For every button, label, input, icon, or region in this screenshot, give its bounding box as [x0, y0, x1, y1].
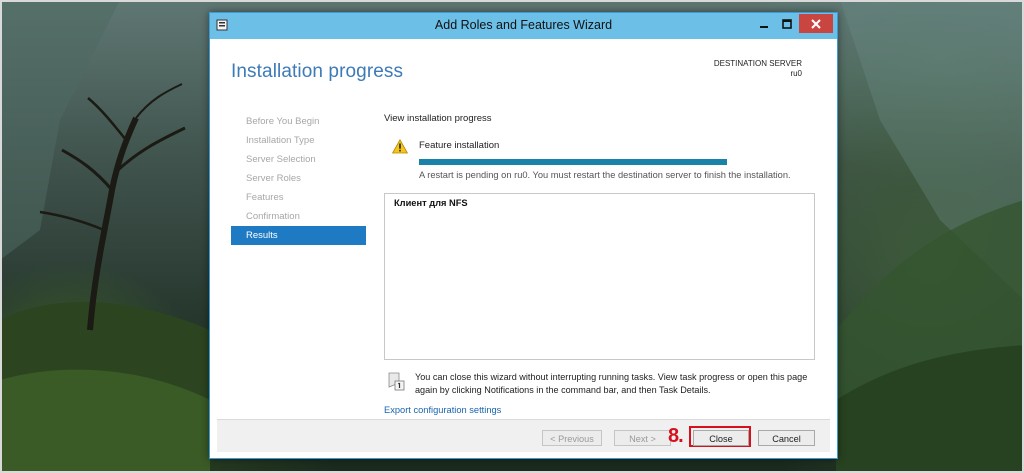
next-button[interactable]: Next >	[614, 430, 671, 446]
cancel-button[interactable]: Cancel	[758, 430, 815, 446]
wizard-footer: < Previous Next > 8. Close Cancel	[217, 419, 830, 452]
maximize-icon	[782, 18, 792, 29]
nav-item-results[interactable]: Results	[231, 226, 366, 245]
installation-progress-bar	[419, 159, 727, 165]
progress-fill	[419, 159, 727, 165]
main-content: View installation progress Feature insta…	[384, 113, 816, 415]
previous-button[interactable]: < Previous	[542, 430, 602, 446]
window-title: Add Roles and Features Wizard	[434, 18, 613, 32]
list-item: Клиент для NFS	[394, 198, 468, 208]
destination-server-name: ru0	[790, 69, 802, 78]
export-configuration-link[interactable]: Export configuration settings	[384, 405, 501, 415]
destination-server-label: DESTINATION SERVER ru0	[714, 59, 802, 79]
nav-item-features[interactable]: Features	[231, 188, 366, 207]
minimize-icon	[760, 25, 768, 28]
restart-pending-message: A restart is pending on ru0. You must re…	[419, 170, 791, 180]
title-bar[interactable]: Add Roles and Features Wizard	[210, 13, 837, 39]
close-wizard-info-text: You can close this wizard without interr…	[415, 372, 808, 395]
feature-installation-label: Feature installation	[419, 140, 500, 151]
nav-item-before-you-begin[interactable]: Before You Begin	[231, 112, 366, 131]
wizard-steps-nav: Before You Begin Installation Type Serve…	[231, 112, 366, 245]
nav-item-server-roles[interactable]: Server Roles	[231, 169, 366, 188]
nav-item-installation-type[interactable]: Installation Type	[231, 131, 366, 150]
nav-item-confirmation[interactable]: Confirmation	[231, 207, 366, 226]
notification-flag-icon	[388, 372, 405, 391]
close-icon	[811, 18, 821, 29]
close-button[interactable]: Close	[693, 430, 749, 446]
results-list[interactable]: Клиент для NFS	[384, 193, 815, 360]
warning-icon	[392, 139, 408, 154]
close-window-button[interactable]	[799, 14, 833, 33]
wizard-window: Add Roles and Features Wizard Installati…	[209, 12, 838, 459]
nav-item-server-selection[interactable]: Server Selection	[231, 150, 366, 169]
step-annotation: 8.	[668, 425, 684, 447]
wizard-client-area: Installation progress DESTINATION SERVER…	[217, 39, 830, 452]
page-title: Installation progress	[231, 61, 404, 82]
minimize-button[interactable]	[753, 14, 775, 33]
maximize-button[interactable]	[776, 14, 798, 33]
section-heading: View installation progress	[384, 113, 492, 124]
destination-heading: DESTINATION SERVER	[713, 59, 802, 68]
